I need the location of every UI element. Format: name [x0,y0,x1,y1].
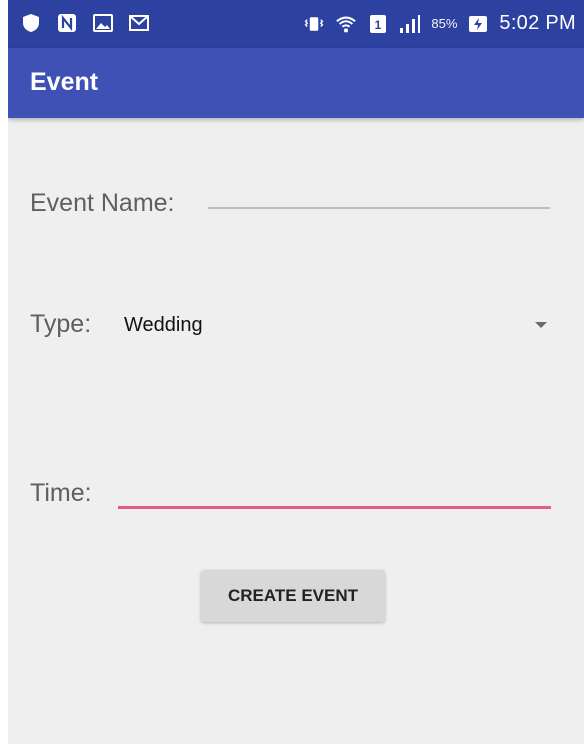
page-title: Event [30,68,99,96]
image-icon [92,13,114,33]
type-selected-value: Wedding [124,314,203,336]
time-underline [118,506,551,509]
type-spinner[interactable]: Wedding [118,300,558,350]
svg-text:1: 1 [375,18,382,32]
time-label: Time: [30,479,92,507]
wifi-icon [335,14,357,34]
sim-icon: 1 [367,14,389,34]
app-bar: Event [8,48,584,118]
battery-icon [467,14,489,34]
battery-percent: 85% [431,16,458,31]
create-event-button[interactable]: CREATE EVENT [201,570,385,622]
time-input[interactable] [118,476,552,506]
dropdown-arrow-icon [535,322,547,328]
status-bar: 1 85% 5:02 PM [8,0,584,48]
n-app-icon [56,13,78,33]
shield-icon [20,13,42,33]
signal-icon [399,14,421,34]
event-name-input[interactable] [208,186,552,216]
event-name-underline [208,207,550,209]
notification-icons [20,13,150,33]
system-status: 1 85% 5:02 PM [303,12,576,35]
status-time: 5:02 PM [499,12,576,34]
event-name-label: Event Name: [30,189,175,217]
vibrate-icon [303,14,325,34]
mail-icon [128,13,150,33]
type-label: Type: [30,310,92,338]
app-screen: 1 85% 5:02 PM Event Event Name: Type: We… [8,0,584,744]
